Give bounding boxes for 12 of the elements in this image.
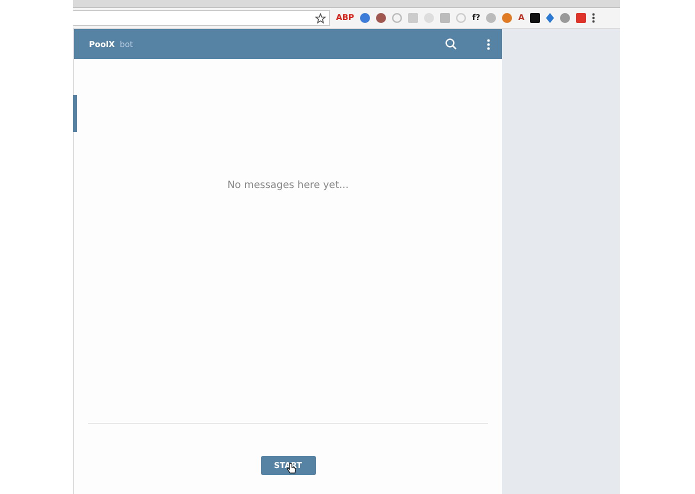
empty-message: No messages here yet...	[226, 180, 350, 191]
chat-title: PoolX	[89, 40, 115, 48]
extension-icon[interactable]: f?	[472, 13, 480, 23]
scroll-indicator	[73, 95, 77, 132]
extension-icon[interactable]	[530, 13, 540, 23]
search-icon[interactable]	[445, 38, 457, 50]
chat-subtitle: bot	[120, 40, 133, 48]
extension-icon[interactable]: ABP	[336, 13, 354, 23]
extension-icon[interactable]: A	[518, 13, 524, 23]
star-icon[interactable]	[315, 12, 326, 24]
menu-icon[interactable]	[592, 13, 596, 23]
more-icon[interactable]	[487, 38, 490, 50]
